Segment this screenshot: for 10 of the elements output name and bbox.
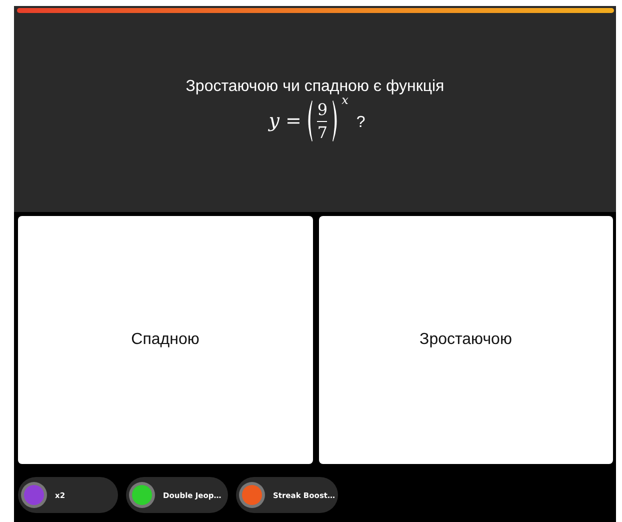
fraction-denominator: 7 [317, 124, 328, 142]
answer-option[interactable]: Зростаючою [318, 216, 613, 464]
math-variable: y [268, 110, 280, 132]
powerup-icon [21, 482, 47, 508]
powerup-icon [129, 482, 155, 508]
answer-option[interactable]: Спадною [18, 216, 312, 464]
powerup-icon [239, 482, 265, 508]
fraction-numerator: 9 [317, 100, 328, 118]
question-mark: ? [356, 114, 366, 132]
equals-sign: = [285, 110, 302, 132]
